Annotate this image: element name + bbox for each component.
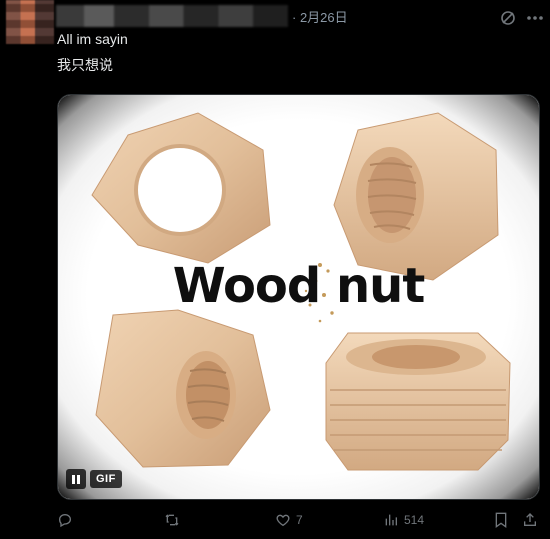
like-count: 7 — [296, 513, 303, 527]
more-options-button[interactable] — [526, 10, 544, 26]
tweet-text-line-2: 我只想说 — [57, 57, 113, 73]
reply-button[interactable] — [57, 512, 78, 528]
redacted-author-name[interactable] — [56, 5, 288, 27]
gif-badge: GIF — [90, 470, 122, 488]
like-button[interactable]: 7 — [275, 512, 303, 528]
view-count: 514 — [404, 513, 425, 527]
tweet[interactable]: · 2月26日 All im sayin 我只想说 Wood nut GIF 7… — [0, 0, 550, 539]
pause-icon — [72, 474, 75, 484]
avatar[interactable] — [6, 0, 54, 44]
share-button[interactable] — [522, 512, 538, 528]
pause-button[interactable] — [66, 469, 86, 489]
heart-icon — [276, 514, 290, 527]
views-icon — [385, 514, 397, 526]
views-button[interactable]: 514 — [383, 512, 424, 528]
bookmark-icon — [495, 512, 507, 528]
more-icon — [527, 16, 543, 20]
tweet-text-line-1: All im sayin — [57, 31, 128, 47]
nut-bottom-right — [325, 332, 511, 471]
post-date[interactable]: · 2月26日 — [292, 7, 348, 26]
nut-top-right — [333, 112, 499, 281]
grok-button[interactable] — [500, 10, 516, 26]
bookmark-button[interactable] — [494, 512, 508, 528]
nut-top-left — [91, 112, 271, 264]
grok-icon — [501, 11, 515, 25]
nut-bottom-left — [95, 309, 271, 468]
share-icon — [524, 513, 536, 526]
reply-icon — [58, 513, 72, 528]
tweet-header: · 2月26日 — [56, 5, 348, 27]
gif-controls: GIF — [66, 469, 122, 489]
repost-icon — [165, 514, 179, 526]
gif-caption-overlay: Wood nut — [172, 258, 426, 314]
tweet-actions: 7 514 — [57, 512, 542, 532]
gif-media[interactable]: Wood nut GIF — [57, 94, 540, 500]
repost-button[interactable] — [163, 512, 186, 528]
